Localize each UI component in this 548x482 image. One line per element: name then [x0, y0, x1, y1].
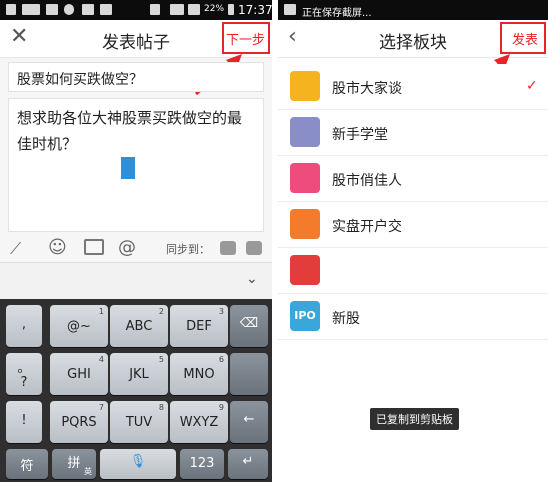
board-name: 股市俏佳人	[332, 173, 402, 189]
wifi-icon	[170, 4, 184, 15]
key-comma[interactable]: ,	[6, 305, 42, 347]
download-icon	[46, 4, 58, 15]
board-row[interactable]: 实盘开户交	[278, 202, 548, 248]
keyboard: ⌄ , 1 @~ 2 ABC 3 DEF ⌫ 。 4 GHI 5 JKL 6 MNO ? !…	[0, 263, 272, 482]
key-2[interactable]: 2 ABC	[110, 305, 168, 347]
post-title-text: 股票如何买跌做空？	[17, 72, 143, 88]
board-icon: IPO	[290, 301, 320, 331]
signal-icon	[188, 4, 200, 15]
post-body-text: 想求助各位大神股票买跌做空的最佳时机？	[17, 109, 243, 153]
symbol-key[interactable]: 符	[6, 449, 48, 479]
backspace-icon: ⌫	[239, 316, 259, 331]
backspace-key[interactable]: ⌫	[230, 305, 268, 347]
selected-check-icon: ✓	[526, 78, 538, 94]
key-7[interactable]: 7 PQRS	[50, 401, 108, 443]
key-question[interactable]: ?	[6, 371, 42, 395]
collapse-keyboard-icon[interactable]: ⌄	[246, 271, 258, 287]
gallery-icon	[82, 4, 94, 15]
post-editor-screen: 22% 17:37 ✕ 发表帖子 下一步 股票如何买跌做空？ 想求助各位大神股票…	[0, 0, 272, 482]
candidate-bar: ⌄	[0, 263, 272, 299]
enter-icon: ↵	[242, 454, 254, 469]
arrow-left-icon: ←	[243, 412, 255, 427]
board-name: 股市大家谈	[332, 81, 402, 97]
key-8[interactable]: 8 TUV	[110, 401, 168, 443]
board-row[interactable]	[278, 248, 548, 294]
weibo-icon[interactable]	[220, 241, 236, 255]
status-bar: 22% 17:37	[0, 0, 272, 20]
sync-label: 同步到：	[166, 243, 210, 256]
board-row[interactable]: 股市俏佳人	[278, 156, 548, 202]
board-row[interactable]: 股市大家谈 ✓	[278, 64, 548, 110]
post-body-field[interactable]: 想求助各位大神股票买跌做空的最佳时机？	[8, 98, 264, 232]
board-icon	[290, 255, 320, 285]
board-row[interactable]: 新手学堂	[278, 110, 548, 156]
toast: 已复制到剪贴板	[370, 408, 459, 430]
mention-icon[interactable]: @	[118, 237, 136, 258]
board-name: 新手学堂	[332, 127, 388, 143]
battery-percent: 22%	[204, 4, 225, 14]
file-icon	[100, 4, 112, 15]
status-bar-right: 正在保存截屏...	[278, 0, 548, 20]
message-icon	[22, 4, 40, 15]
key-3[interactable]: 3 DEF	[170, 305, 228, 347]
screenshot-icon	[284, 4, 296, 15]
editor-toolbar: ⟋ ☺ @ 同步到：	[0, 236, 272, 263]
board-row[interactable]: IPO 新股	[278, 294, 548, 340]
photo-share-icon[interactable]	[246, 241, 262, 255]
status-text: 正在保存截屏...	[302, 8, 372, 19]
board-icon	[290, 209, 320, 239]
key-9[interactable]: 9 WXYZ	[170, 401, 228, 443]
battery-icon	[228, 4, 234, 15]
cursor-handle[interactable]	[121, 157, 135, 179]
space-key[interactable]	[230, 353, 268, 395]
key-1[interactable]: 1 @~	[50, 305, 108, 347]
board-icon	[290, 163, 320, 193]
emoji-icon[interactable]: ☺	[48, 237, 67, 258]
status-time: 17:37	[238, 3, 272, 17]
board-name: 新股	[332, 311, 360, 327]
cursor-left-key[interactable]: ←	[230, 401, 268, 443]
pinyin-key[interactable]: 拼英	[52, 449, 96, 479]
number-mode-key[interactable]: 123	[180, 449, 224, 479]
enter-key[interactable]: ↵	[228, 449, 268, 479]
mute-icon	[150, 4, 160, 15]
board-name: 实盘开户交	[332, 219, 402, 235]
mic-icon: 🎙	[129, 454, 147, 469]
key-exclaim[interactable]: !	[6, 401, 42, 443]
key-5[interactable]: 5 JKL	[110, 353, 168, 395]
image-icon[interactable]	[84, 239, 104, 255]
board-icon	[290, 71, 320, 101]
notification-icon	[6, 4, 16, 15]
chart-icon[interactable]: ⟋	[10, 239, 21, 259]
key-4[interactable]: 4 GHI	[50, 353, 108, 395]
key-6[interactable]: 6 MNO	[170, 353, 228, 395]
board-icon	[290, 117, 320, 147]
mic-key[interactable]: 🎙	[100, 449, 176, 479]
app-icon	[64, 4, 74, 15]
post-title-field[interactable]: 股票如何买跌做空？	[8, 62, 264, 92]
